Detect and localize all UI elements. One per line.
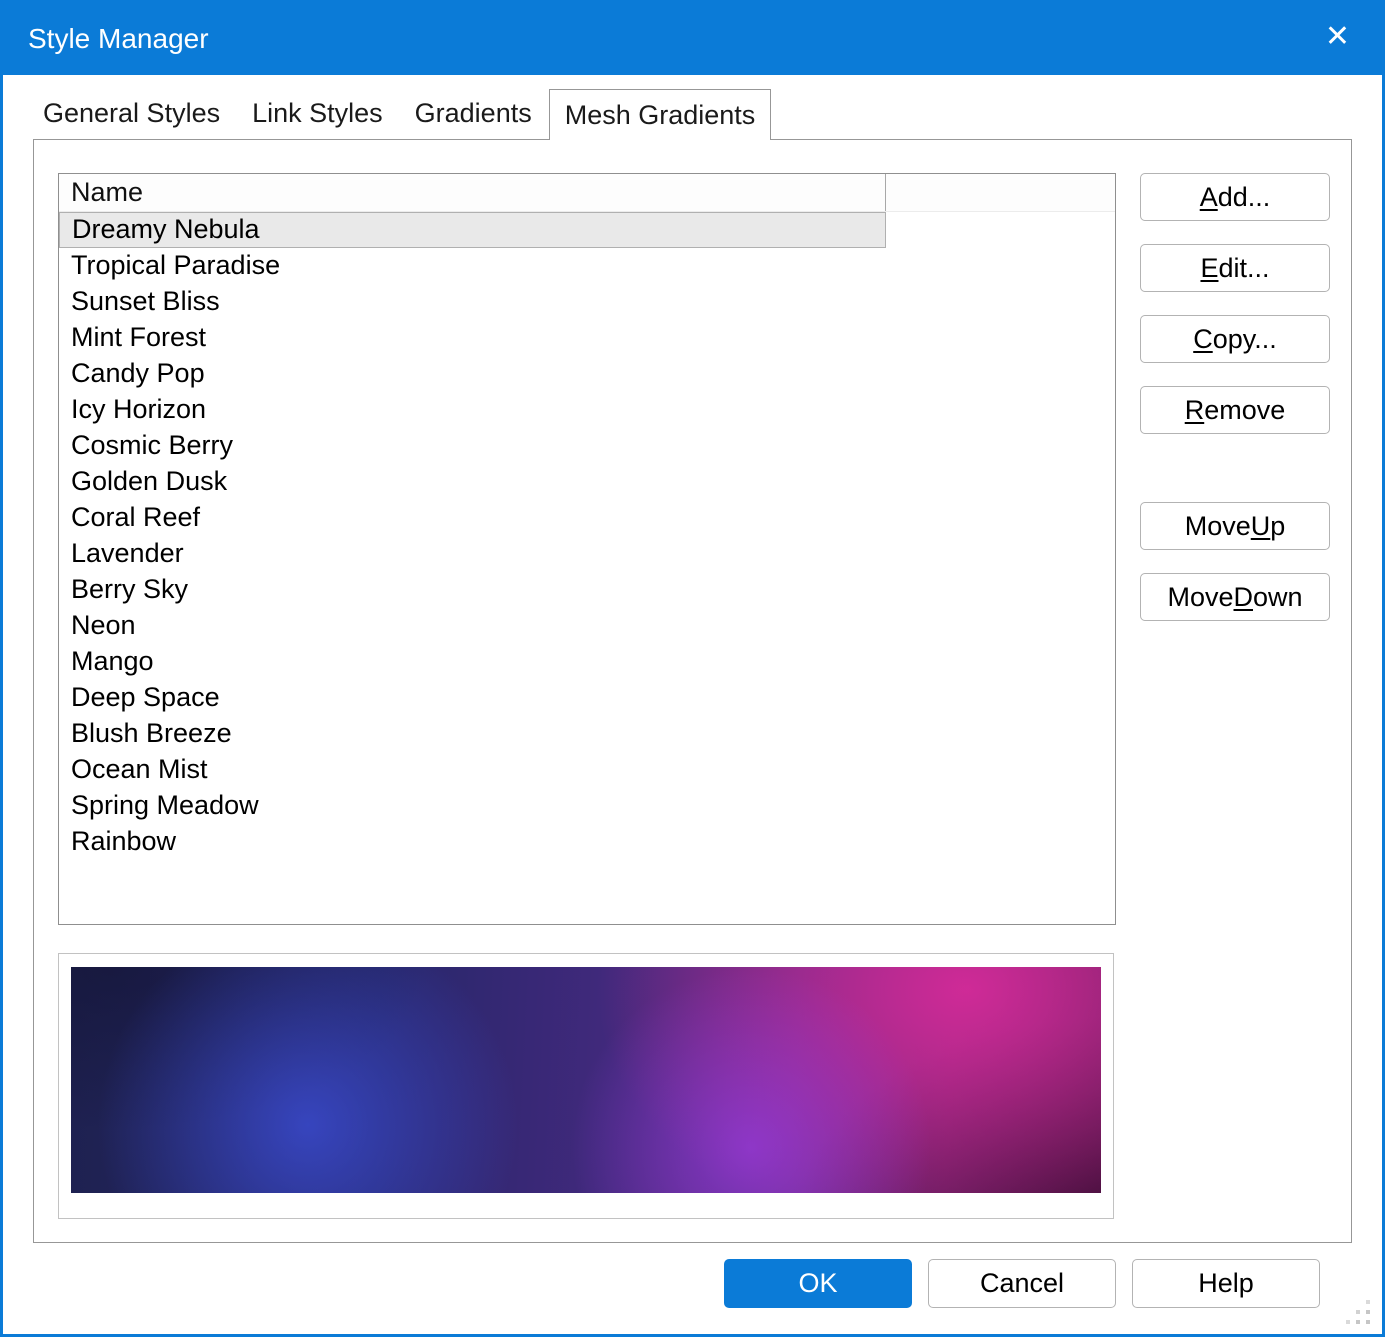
- copy-label-key: C: [1193, 324, 1213, 355]
- copy-label-post: opy...: [1213, 324, 1277, 355]
- list-item[interactable]: Mango: [59, 644, 886, 680]
- move-down-label-pre: Move: [1167, 582, 1233, 613]
- list-item[interactable]: Mint Forest: [59, 320, 886, 356]
- list-item[interactable]: Coral Reef: [59, 500, 886, 536]
- remove-label-post: emove: [1204, 395, 1285, 426]
- move-up-label-key: U: [1251, 511, 1271, 542]
- window-title: Style Manager: [28, 23, 209, 55]
- list-item[interactable]: Cosmic Berry: [59, 428, 886, 464]
- move-down-label-post: own: [1253, 582, 1303, 613]
- list-item[interactable]: Golden Dusk: [59, 464, 886, 500]
- list-item[interactable]: Rainbow: [59, 824, 886, 860]
- move-down-label-key: D: [1234, 582, 1254, 613]
- list-item[interactable]: Dreamy Nebula: [59, 212, 886, 248]
- edit-label-post: dit...: [1218, 253, 1269, 284]
- style-manager-dialog: Style Manager ✕ General Styles Link Styl…: [0, 0, 1385, 1337]
- style-list: Name Dreamy Nebula Tropical Paradise Sun…: [58, 173, 1116, 925]
- tab-content-panel: Name Dreamy Nebula Tropical Paradise Sun…: [33, 139, 1352, 1243]
- list-item[interactable]: Berry Sky: [59, 572, 886, 608]
- move-up-button[interactable]: Move Up: [1140, 502, 1330, 550]
- tab-general-styles[interactable]: General Styles: [28, 89, 235, 137]
- list-item[interactable]: Spring Meadow: [59, 788, 886, 824]
- action-button-column: Add... Edit... Copy... Remove Move Up Mo…: [1140, 173, 1330, 644]
- add-button[interactable]: Add...: [1140, 173, 1330, 221]
- preview-box: [58, 953, 1114, 1219]
- list-item[interactable]: Deep Space: [59, 680, 886, 716]
- list-item[interactable]: Blush Breeze: [59, 716, 886, 752]
- edit-label-key: E: [1200, 253, 1218, 284]
- copy-button[interactable]: Copy...: [1140, 315, 1330, 363]
- footer-button-row: OK Cancel Help: [3, 1259, 1320, 1308]
- list-header: Name: [59, 174, 1115, 212]
- list-item[interactable]: Candy Pop: [59, 356, 886, 392]
- title-bar: Style Manager ✕: [3, 3, 1382, 75]
- tab-strip: General Styles Link Styles Gradients Mes…: [28, 89, 773, 140]
- tab-gradients[interactable]: Gradients: [400, 89, 547, 137]
- remove-label-key: R: [1185, 395, 1205, 426]
- grip-dots: [1366, 1320, 1370, 1324]
- move-up-label-pre: Move: [1185, 511, 1251, 542]
- tab-mesh-gradients[interactable]: Mesh Gradients: [549, 89, 772, 140]
- column-header-empty: [886, 174, 1115, 211]
- list-item[interactable]: Lavender: [59, 536, 886, 572]
- resize-grip[interactable]: [1346, 1300, 1372, 1326]
- list-item[interactable]: Icy Horizon: [59, 392, 886, 428]
- close-icon[interactable]: ✕: [1325, 17, 1350, 57]
- tab-link-styles[interactable]: Link Styles: [237, 89, 398, 137]
- add-label-post: dd...: [1218, 182, 1271, 213]
- list-item[interactable]: Sunset Bliss: [59, 284, 886, 320]
- add-label-key: A: [1200, 182, 1218, 213]
- remove-button[interactable]: Remove: [1140, 386, 1330, 434]
- list-item[interactable]: Ocean Mist: [59, 752, 886, 788]
- cancel-button[interactable]: Cancel: [928, 1259, 1116, 1308]
- help-button[interactable]: Help: [1132, 1259, 1320, 1308]
- list-rows: Dreamy Nebula Tropical Paradise Sunset B…: [59, 212, 1115, 860]
- column-header-name: Name: [59, 174, 886, 211]
- edit-button[interactable]: Edit...: [1140, 244, 1330, 292]
- move-down-button[interactable]: Move Down: [1140, 573, 1330, 621]
- ok-button[interactable]: OK: [724, 1259, 912, 1308]
- list-item[interactable]: Tropical Paradise: [59, 248, 886, 284]
- move-up-label-post: p: [1270, 511, 1285, 542]
- mesh-gradient-preview: [71, 967, 1101, 1193]
- list-item[interactable]: Neon: [59, 608, 886, 644]
